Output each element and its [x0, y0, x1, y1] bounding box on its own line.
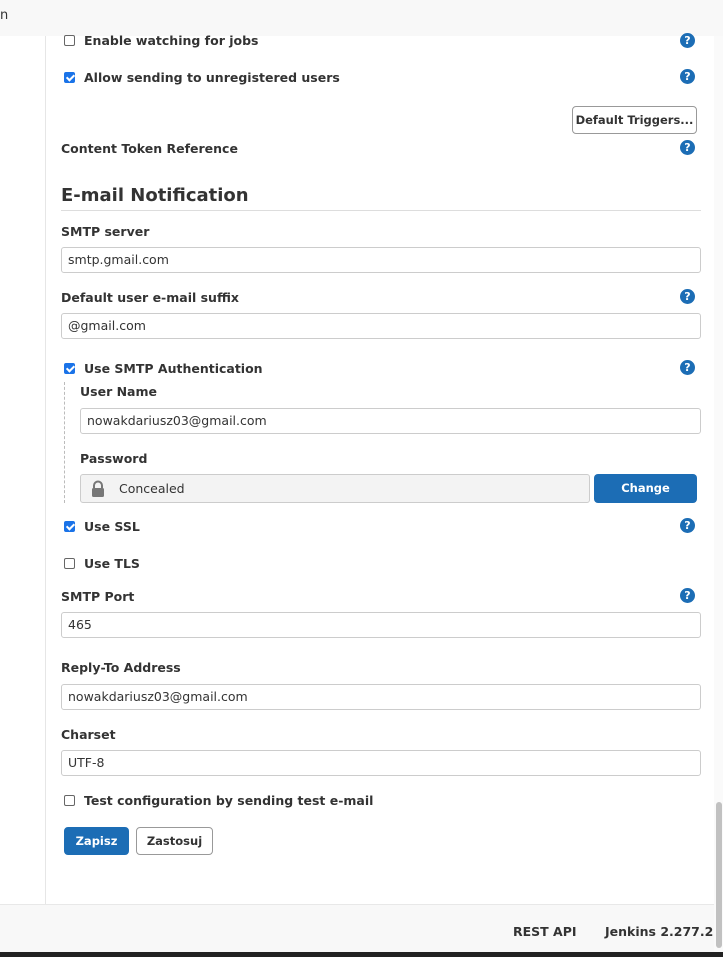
reply-to-input[interactable]: nowakdariusz03@gmail.com [61, 684, 701, 710]
content-token-label: Content Token Reference [61, 141, 238, 156]
user-name-input[interactable]: nowakdariusz03@gmail.com [80, 408, 701, 434]
allow-unregistered-checkbox[interactable] [64, 72, 75, 83]
default-triggers-button[interactable]: Default Triggers... [572, 106, 697, 134]
smtp-port-input[interactable]: 465 [61, 612, 701, 638]
change-password-button[interactable]: Change Password [594, 474, 697, 524]
save-button[interactable]: Zapisz [64, 827, 129, 855]
use-smtp-auth-label: Use SMTP Authentication [84, 361, 263, 376]
help-icon[interactable]: ? [680, 360, 695, 375]
allow-unregistered-label: Allow sending to unregistered users [84, 70, 340, 85]
test-config-checkbox[interactable] [64, 795, 75, 806]
browser-top-bar: n [0, 0, 723, 36]
use-tls-label: Use TLS [84, 556, 140, 571]
help-icon[interactable]: ? [680, 33, 695, 48]
auth-indent-guide [64, 382, 65, 503]
side-panel [0, 36, 46, 904]
smtp-server-label: SMTP server [61, 224, 150, 239]
use-tls-checkbox[interactable] [64, 558, 75, 569]
scrollbar-thumb[interactable] [716, 802, 722, 948]
help-icon[interactable]: ? [680, 289, 695, 304]
apply-button[interactable]: Zastosuj [136, 827, 213, 855]
charset-label: Charset [61, 727, 116, 742]
smtp-port-label: SMTP Port [61, 589, 135, 604]
reply-to-label: Reply-To Address [61, 660, 181, 675]
section-title: E-mail Notification [61, 185, 249, 206]
lock-icon [92, 480, 104, 497]
section-divider [61, 210, 701, 211]
use-ssl-label: Use SSL [84, 519, 140, 534]
password-concealed-text: Concealed [119, 481, 185, 496]
test-config-label: Test configuration by sending test e-mai… [84, 793, 374, 808]
email-suffix-input[interactable]: @gmail.com [61, 313, 701, 339]
user-name-label: User Name [80, 384, 157, 399]
enable-watching-label: Enable watching for jobs [84, 33, 259, 48]
smtp-server-input[interactable]: smtp.gmail.com [61, 247, 701, 273]
rest-api-link[interactable]: REST API [513, 924, 577, 939]
cut-off-text: n [0, 8, 9, 23]
email-suffix-label: Default user e-mail suffix [61, 290, 239, 305]
use-smtp-auth-checkbox[interactable] [64, 363, 75, 374]
help-icon[interactable]: ? [680, 69, 695, 84]
password-label: Password [80, 451, 148, 466]
page-footer: REST API Jenkins 2.277.2 [0, 904, 723, 957]
charset-input[interactable]: UTF-8 [61, 750, 701, 776]
enable-watching-checkbox[interactable] [64, 35, 75, 46]
help-icon[interactable]: ? [680, 140, 695, 155]
help-icon[interactable]: ? [680, 588, 695, 603]
use-ssl-checkbox[interactable] [64, 521, 75, 532]
password-field: Concealed [80, 474, 590, 503]
window-bottom-edge [0, 952, 723, 957]
jenkins-version-link[interactable]: Jenkins 2.277.2 [605, 924, 713, 939]
help-icon[interactable]: ? [680, 518, 695, 533]
